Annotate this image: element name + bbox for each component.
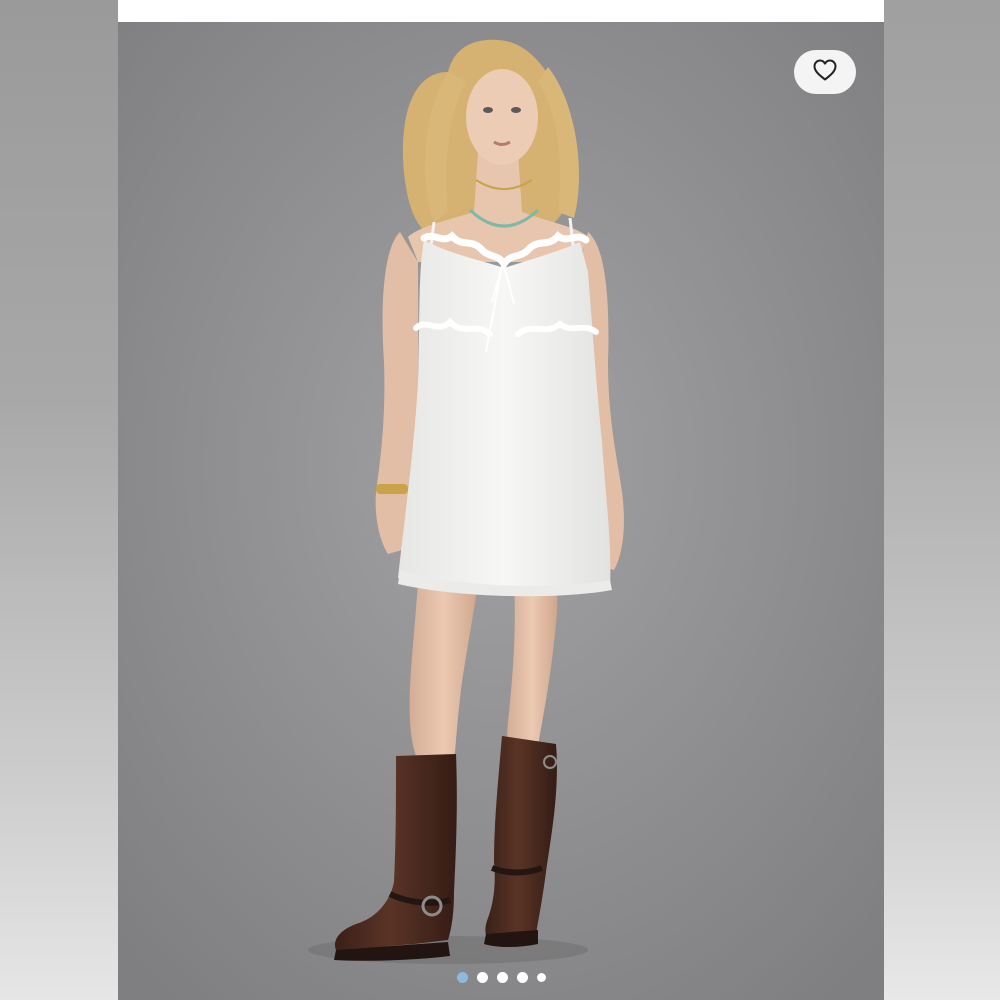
wishlist-button[interactable] [794,50,856,94]
carousel-indicators [118,972,884,983]
carousel-dot-1[interactable] [456,972,468,983]
carousel-dot-5[interactable] [536,973,546,982]
right-blur-panel [884,0,1000,1000]
white-mini-dress [398,240,611,593]
product-image-viewer [0,0,1000,1000]
left-blur-panel [0,0,118,1000]
bracelet [376,484,408,494]
carousel-dot-2[interactable] [476,972,488,983]
carousel-dot-4[interactable] [516,972,528,983]
product-photo[interactable] [118,22,884,1000]
heart-outline-icon [812,58,838,87]
carousel-dot-3[interactable] [496,972,508,983]
face [466,69,538,165]
top-white-strip [118,0,884,22]
model-illustration [118,22,884,1000]
